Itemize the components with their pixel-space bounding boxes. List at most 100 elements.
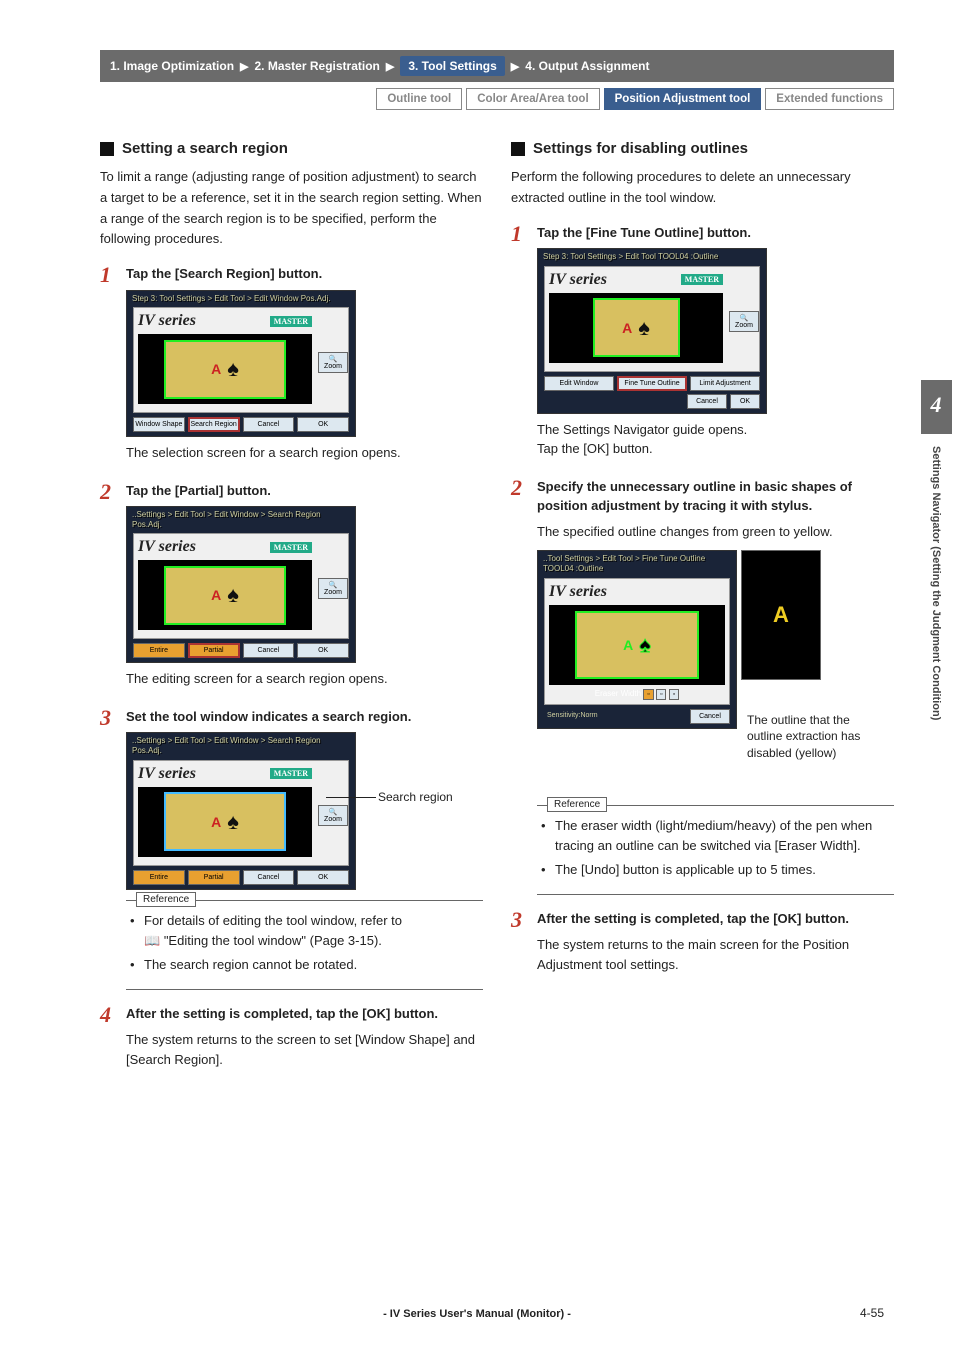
screenshot-set-window: ..Settings > Edit Tool > Edit Window > S… <box>126 732 356 889</box>
heading-marker-icon <box>100 142 114 156</box>
limit-adjustment-button[interactable]: Limit Adjustment <box>690 376 760 391</box>
entire-button[interactable]: Entire <box>133 870 185 885</box>
eraser-small-button[interactable]: ▫ <box>643 689 653 700</box>
sample-a-icon: A <box>211 361 221 377</box>
spade-icon: ♠ <box>639 632 651 658</box>
zoom-button[interactable]: 🔍 Zoom <box>729 311 759 332</box>
zoom-button[interactable]: 🔍 Zoom <box>318 805 348 826</box>
right-heading-text: Settings for disabling outlines <box>533 140 748 157</box>
step-number: 3 <box>511 909 529 984</box>
yellow-a-icon: A <box>773 602 789 628</box>
entire-button[interactable]: Entire <box>133 643 185 658</box>
step-number: 2 <box>100 481 118 703</box>
step-title: Tap the [Fine Tune Outline] button. <box>537 223 894 243</box>
edit-window-button[interactable]: Edit Window <box>544 376 614 391</box>
sample-a-icon: A <box>622 320 632 336</box>
step-title: Specify the unnecessary outline in basic… <box>537 477 894 516</box>
partial-button[interactable]: Partial <box>188 643 240 658</box>
ok-button[interactable]: OK <box>297 417 349 432</box>
fine-tune-outline-button[interactable]: Fine Tune Outline <box>617 376 687 391</box>
screenshot-search-region: Step 3: Tool Settings > Edit Tool > Edit… <box>126 290 356 438</box>
reference-box: Reference •For details of editing the to… <box>126 900 483 990</box>
cancel-button[interactable]: Cancel <box>243 643 295 658</box>
left-step-1: 1 Tap the [Search Region] button. Step 3… <box>100 264 483 477</box>
iv-logo: IV series <box>138 765 196 783</box>
tab-color-area[interactable]: Color Area/Area tool <box>466 88 599 110</box>
chevron-icon: ▶ <box>240 60 248 73</box>
bullet-icon: • <box>541 816 549 856</box>
book-icon: 📖 <box>144 933 164 948</box>
right-heading: Settings for disabling outlines <box>511 140 894 157</box>
step-title: After the setting is completed, tap the … <box>126 1004 483 1024</box>
master-badge: MASTER <box>270 768 312 779</box>
ok-button[interactable]: OK <box>730 394 760 409</box>
bc-4: 4. Output Assignment <box>525 59 649 73</box>
bc-1: 1. Image Optimization <box>110 59 234 73</box>
outline-disabled-callout: The outline that the outline extraction … <box>747 712 877 762</box>
right-column: Settings for disabling outlines Perform … <box>511 140 894 1083</box>
ok-button[interactable]: OK <box>297 870 349 885</box>
chapter-number: 4 <box>921 380 952 434</box>
eraser-large-button[interactable]: ▫ <box>669 689 679 700</box>
sensitivity-label: Sensitivity:Norm <box>544 709 687 724</box>
partial-button[interactable]: Partial <box>188 870 240 885</box>
right-step-2: 2 Specify the unnecessary outline in bas… <box>511 477 894 905</box>
tab-outline[interactable]: Outline tool <box>376 88 462 110</box>
step-after: The selection screen for a search region… <box>126 443 483 463</box>
tab-extended[interactable]: Extended functions <box>765 88 894 110</box>
search-region-button[interactable]: Search Region <box>188 417 240 432</box>
ref-text: For details of editing the tool window, … <box>144 913 402 928</box>
ref-text: The [Undo] button is applicable up to 5 … <box>555 860 816 880</box>
cancel-button[interactable]: Cancel <box>243 870 295 885</box>
search-region-callout: Search region <box>378 789 508 806</box>
left-heading-text: Setting a search region <box>122 140 288 157</box>
shot-crumbs: ..Settings > Edit Tool > Edit Window > S… <box>127 507 355 530</box>
iv-logo: IV series <box>138 312 196 330</box>
bc-3-active: 3. Tool Settings <box>400 56 504 76</box>
shot-crumbs: ..Settings > Edit Tool > Edit Window > S… <box>127 733 355 756</box>
ref-text: The eraser width (light/medium/heavy) of… <box>555 816 894 856</box>
master-badge: MASTER <box>270 542 312 553</box>
left-step-2: 2 Tap the [Partial] button. ..Settings >… <box>100 481 483 703</box>
chevron-icon: ▶ <box>511 60 519 73</box>
cancel-button[interactable]: Cancel <box>690 709 730 724</box>
ok-button[interactable]: OK <box>297 643 349 658</box>
cancel-button[interactable]: Cancel <box>243 417 295 432</box>
eraser-med-button[interactable]: ▫ <box>656 689 666 700</box>
shot-crumbs: ..Tool Settings > Edit Tool > Fine Tune … <box>538 551 736 574</box>
chevron-icon: ▶ <box>386 60 394 73</box>
step-after: The Settings Navigator guide opens. Tap … <box>537 420 894 459</box>
step-after: The system returns to the main screen fo… <box>537 935 894 977</box>
sample-a-icon: A <box>623 637 633 653</box>
zoom-button[interactable]: 🔍 Zoom <box>318 578 348 599</box>
spade-icon: ♠ <box>227 356 239 382</box>
step-number: 3 <box>100 707 118 1000</box>
window-shape-button[interactable]: Window Shape <box>133 417 185 432</box>
reference-box: Reference •The eraser width (light/mediu… <box>537 805 894 895</box>
heading-marker-icon <box>511 142 525 156</box>
iv-logo: IV series <box>549 271 607 289</box>
bc-2: 2. Master Registration <box>255 59 380 73</box>
screenshot-partial: ..Settings > Edit Tool > Edit Window > S… <box>126 506 356 663</box>
tab-position-adjust[interactable]: Position Adjustment tool <box>604 88 762 110</box>
left-heading: Setting a search region <box>100 140 483 157</box>
shot-crumbs: Step 3: Tool Settings > Edit Tool TOOL04… <box>538 249 766 263</box>
reference-label: Reference <box>547 797 607 812</box>
step-number: 1 <box>100 264 118 477</box>
reference-label: Reference <box>136 892 196 907</box>
spade-icon: ♠ <box>638 315 650 341</box>
iv-logo: IV series <box>138 538 196 556</box>
screenshot-trace-outline: ..Tool Settings > Edit Tool > Fine Tune … <box>537 550 737 728</box>
zoom-button[interactable]: 🔍 Zoom <box>318 352 348 373</box>
chapter-sidebar: 4 Settings Navigator (Setting the Judgme… <box>918 380 954 732</box>
sample-a-icon: A <box>211 814 221 830</box>
step-title: Set the tool window indicates a search r… <box>126 707 483 727</box>
step-number: 2 <box>511 477 529 905</box>
page-number: 4-55 <box>860 1306 884 1320</box>
cancel-button[interactable]: Cancel <box>687 394 727 409</box>
shot-crumbs: Step 3: Tool Settings > Edit Tool > Edit… <box>127 291 355 305</box>
right-step-3: 3 After the setting is completed, tap th… <box>511 909 894 984</box>
iv-logo: IV series <box>549 583 607 601</box>
screenshot-fine-tune: Step 3: Tool Settings > Edit Tool TOOL04… <box>537 248 767 414</box>
spade-icon: ♠ <box>227 809 239 835</box>
